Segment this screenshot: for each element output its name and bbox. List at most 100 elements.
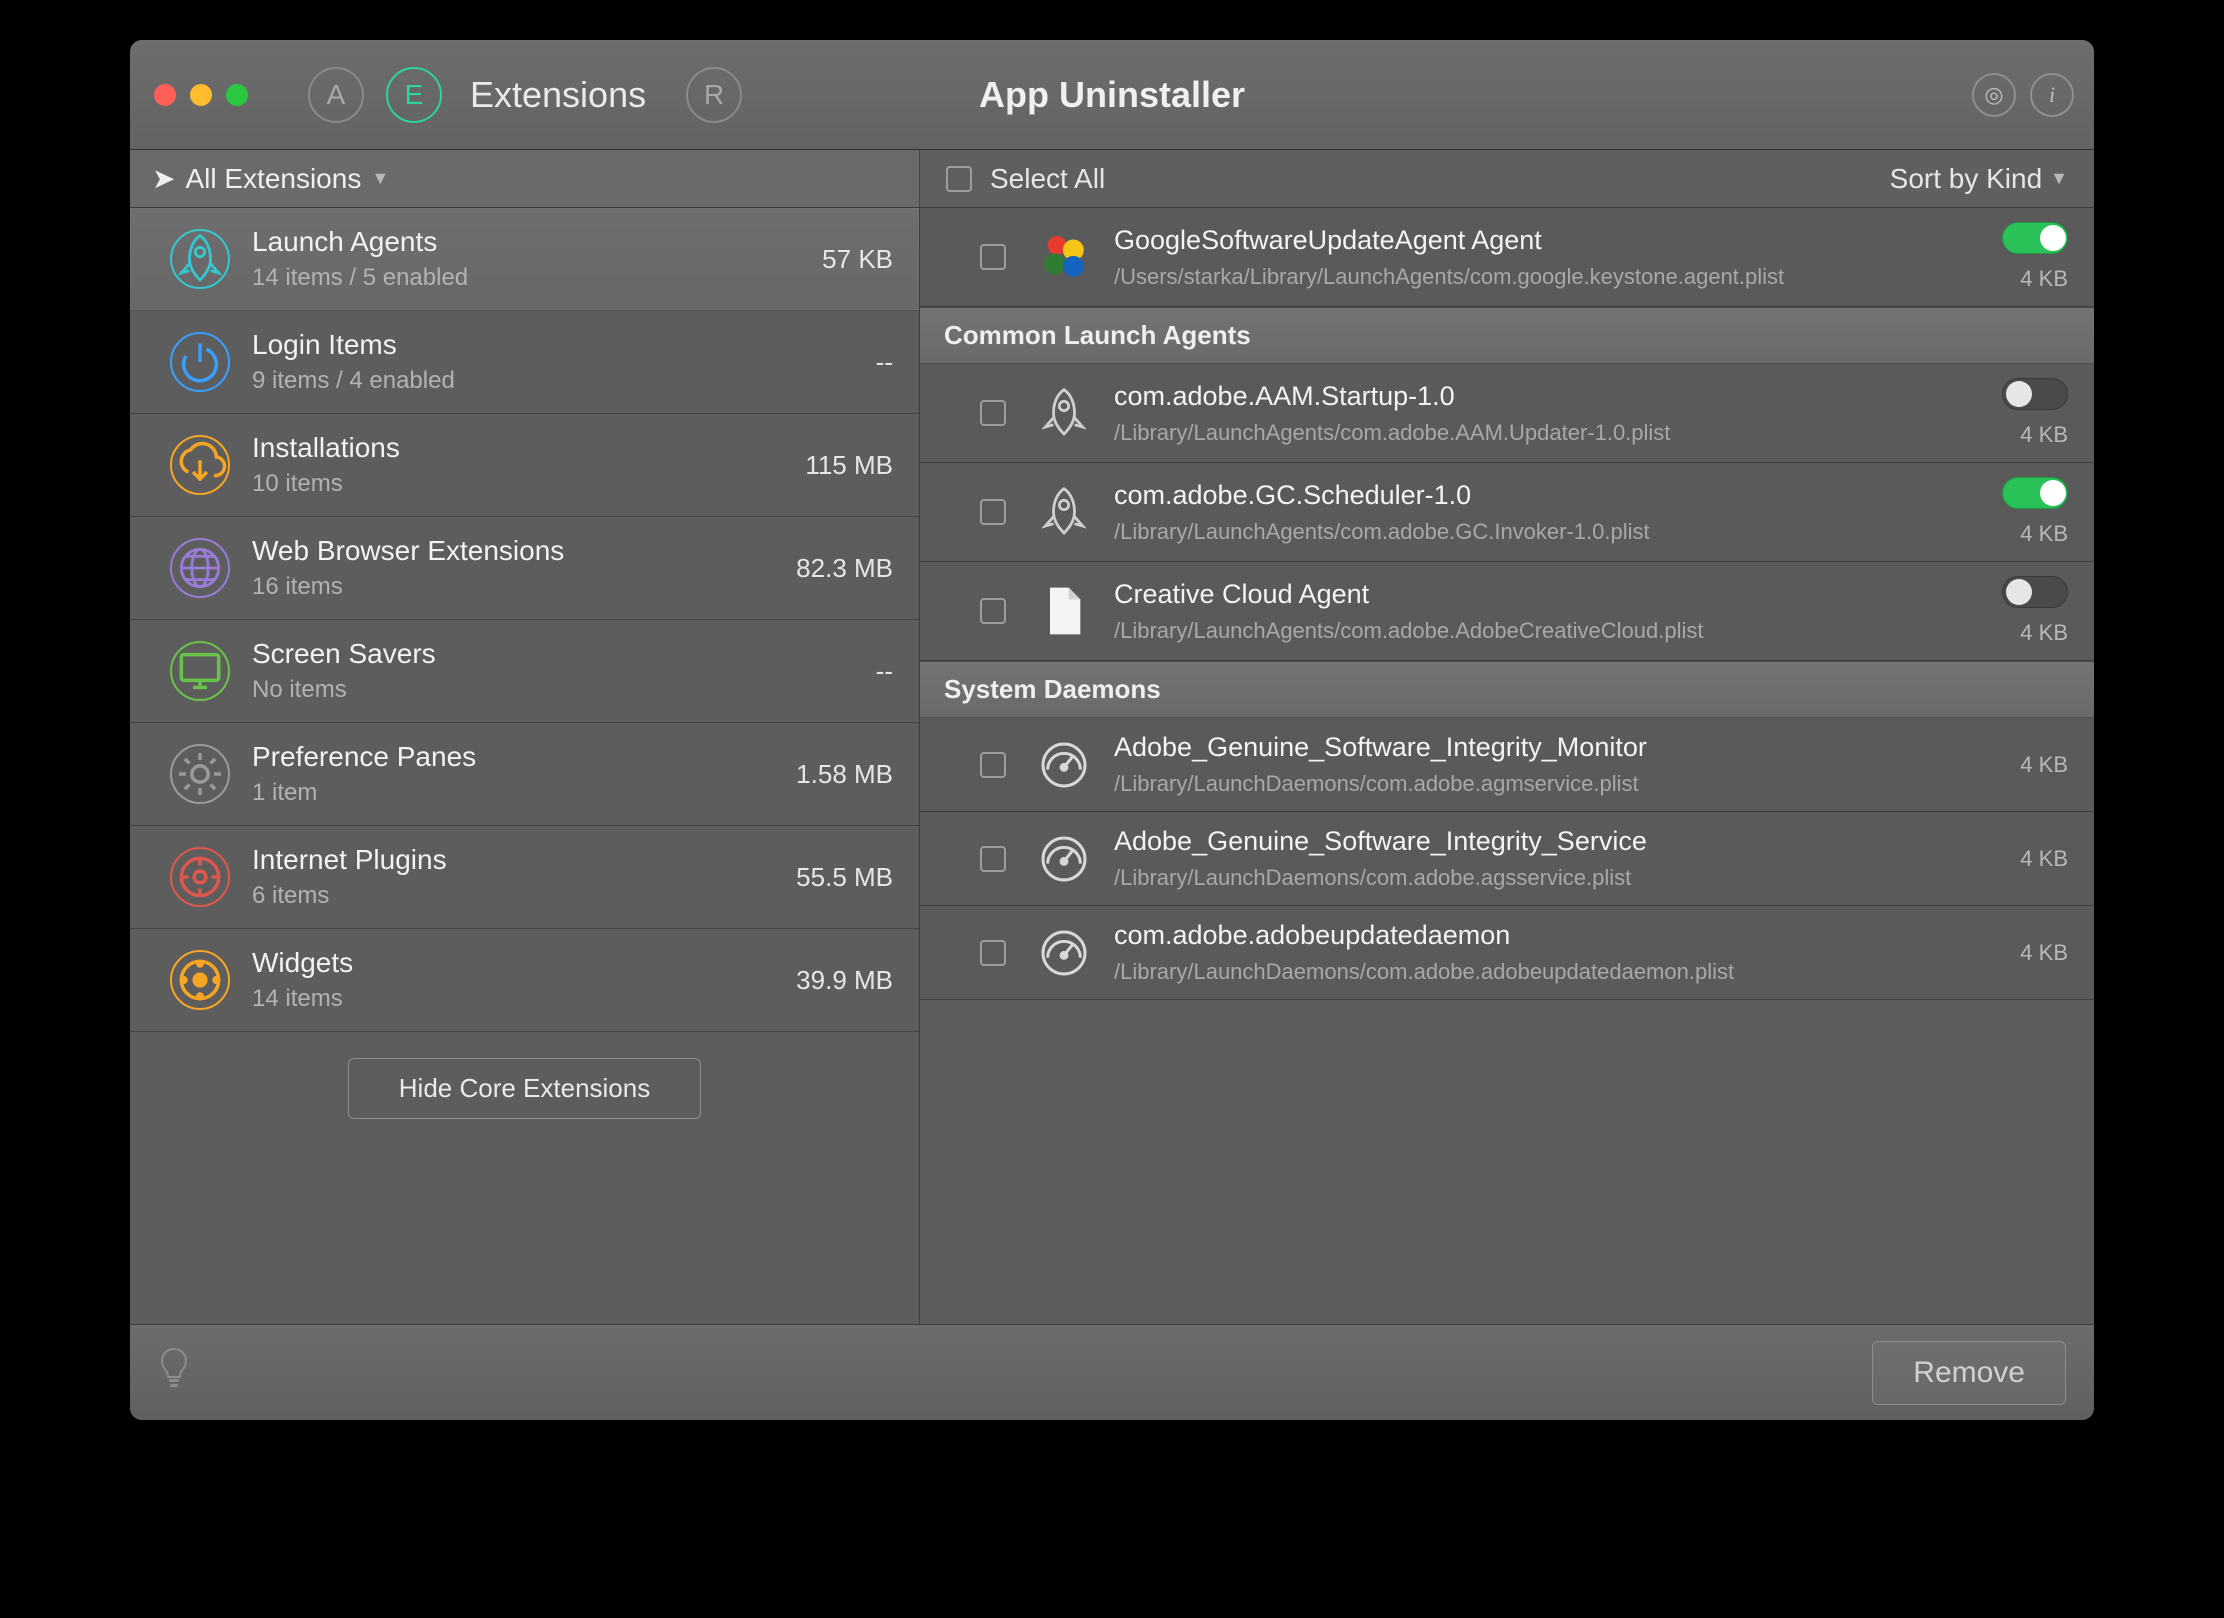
info-icon: i: [2049, 82, 2055, 108]
list-item[interactable]: Adobe_Genuine_Software_Integrity_Service…: [920, 812, 2094, 906]
balls-icon: [1036, 229, 1092, 285]
speech-icon: ◎: [1984, 82, 2003, 108]
select-all-checkbox[interactable]: [946, 166, 972, 192]
rocket-icon: [1036, 385, 1092, 441]
list-item[interactable]: com.adobe.AAM.Startup-1.0 /Library/Launc…: [920, 364, 2094, 463]
applications-icon: A: [327, 79, 346, 111]
sidebar-item-sub: 9 items / 4 enabled: [252, 367, 455, 395]
sidebar-item-internet-plugins[interactable]: Internet Plugins 6 items 55.5 MB: [130, 826, 919, 929]
sidebar-item-sub: 1 item: [252, 779, 476, 807]
sidebar-item-size: --: [876, 347, 893, 378]
download-icon: [170, 435, 230, 495]
enable-toggle[interactable]: [2002, 477, 2068, 509]
main-list[interactable]: GoogleSoftwareUpdateAgent Agent /Users/s…: [920, 208, 2094, 1324]
info-button[interactable]: i: [2030, 73, 2074, 117]
sidebar-item-label: Web Browser Extensions: [252, 535, 564, 567]
sidebar-item-size: 39.9 MB: [796, 965, 893, 996]
location-arrow-icon: ➤: [152, 162, 175, 195]
item-checkbox[interactable]: [980, 846, 1006, 872]
list-item[interactable]: GoogleSoftwareUpdateAgent Agent /Users/s…: [920, 208, 2094, 307]
doc-icon: [1036, 583, 1092, 639]
sidebar-item-widgets[interactable]: Widgets 14 items 39.9 MB: [130, 929, 919, 1032]
power-icon: [170, 332, 230, 392]
sidebar-item-label: Launch Agents: [252, 226, 468, 258]
item-checkbox[interactable]: [980, 244, 1006, 270]
sidebar-item-sub: 16 items: [252, 573, 564, 601]
list-item[interactable]: com.adobe.adobeupdatedaemon /Library/Lau…: [920, 906, 2094, 1000]
item-checkbox[interactable]: [980, 499, 1006, 525]
item-path: /Library/LaunchDaemons/com.adobe.adobeup…: [1114, 959, 1998, 985]
item-checkbox[interactable]: [980, 752, 1006, 778]
item-path: /Library/LaunchDaemons/com.adobe.agsserv…: [1114, 865, 1998, 891]
sidebar-item-installations[interactable]: Installations 10 items 115 MB: [130, 414, 919, 517]
filter-label: All Extensions: [185, 163, 361, 195]
sidebar-item-label: Internet Plugins: [252, 844, 447, 876]
item-title: Creative Cloud Agent: [1114, 579, 1980, 610]
gauge-icon: [1036, 737, 1092, 793]
maximize-icon[interactable]: [226, 84, 248, 106]
sidebar-item-label: Widgets: [252, 947, 353, 979]
sort-dropdown[interactable]: Sort by Kind ▼: [1890, 163, 2068, 195]
item-size: 4 KB: [2020, 521, 2068, 547]
plug-icon: [170, 847, 230, 907]
tab-label: Extensions: [470, 74, 646, 116]
sidebar-item-sub: 14 items / 5 enabled: [252, 264, 468, 292]
sidebar-item-login-items[interactable]: Login Items 9 items / 4 enabled --: [130, 311, 919, 414]
list-item[interactable]: Creative Cloud Agent /Library/LaunchAgen…: [920, 562, 2094, 661]
item-title: com.adobe.adobeupdatedaemon: [1114, 920, 1998, 951]
item-checkbox[interactable]: [980, 400, 1006, 426]
remove-button[interactable]: Remove: [1872, 1341, 2066, 1405]
item-size: 4 KB: [2020, 846, 2068, 872]
remaining-icon: R: [704, 79, 724, 111]
sidebar-item-label: Login Items: [252, 329, 455, 361]
sort-label: Sort by Kind: [1890, 163, 2043, 195]
lightbulb-icon: [158, 1347, 190, 1389]
item-checkbox[interactable]: [980, 598, 1006, 624]
sidebar-item-size: 1.58 MB: [796, 759, 893, 790]
item-size: 4 KB: [2020, 752, 2068, 778]
item-size: 4 KB: [2020, 266, 2068, 292]
globe-icon: [170, 538, 230, 598]
enable-toggle[interactable]: [2002, 222, 2068, 254]
item-checkbox[interactable]: [980, 940, 1006, 966]
section-header: System Daemons: [920, 661, 2094, 718]
chevron-down-icon: ▼: [371, 168, 389, 189]
list-item[interactable]: com.adobe.GC.Scheduler-1.0 /Library/Laun…: [920, 463, 2094, 562]
sidebar-item-web-ext[interactable]: Web Browser Extensions 16 items 82.3 MB: [130, 517, 919, 620]
screen-icon: [170, 641, 230, 701]
tips-button[interactable]: [158, 1347, 190, 1398]
hide-core-extensions-button[interactable]: Hide Core Extensions: [348, 1058, 701, 1119]
item-title: com.adobe.GC.Scheduler-1.0: [1114, 480, 1980, 511]
item-path: /Library/LaunchAgents/com.adobe.GC.Invok…: [1114, 519, 1980, 545]
tab-applications[interactable]: A: [308, 67, 364, 123]
gauge-icon: [1036, 925, 1092, 981]
rocket-icon: [1036, 484, 1092, 540]
filter-bar: ➤ All Extensions ▼ Select All Sort by Ki…: [130, 150, 2094, 208]
sidebar-item-sub: No items: [252, 676, 436, 704]
feedback-button[interactable]: ◎: [1972, 73, 2016, 117]
enable-toggle[interactable]: [2002, 576, 2068, 608]
minimize-icon[interactable]: [190, 84, 212, 106]
enable-toggle[interactable]: [2002, 378, 2068, 410]
sidebar-item-pref-panes[interactable]: Preference Panes 1 item 1.58 MB: [130, 723, 919, 826]
sidebar-item-screen-savers[interactable]: Screen Savers No items --: [130, 620, 919, 723]
sidebar-item-size: 82.3 MB: [796, 553, 893, 584]
filter-dropdown[interactable]: ➤ All Extensions ▼: [130, 150, 920, 207]
body: Launch Agents 14 items / 5 enabled 57 KB…: [130, 208, 2094, 1324]
sidebar-item-launch-agents[interactable]: Launch Agents 14 items / 5 enabled 57 KB: [130, 208, 919, 311]
item-title: Adobe_Genuine_Software_Integrity_Monitor: [1114, 732, 1998, 763]
list-item[interactable]: Adobe_Genuine_Software_Integrity_Monitor…: [920, 718, 2094, 812]
close-icon[interactable]: [154, 84, 176, 106]
item-title: Adobe_Genuine_Software_Integrity_Service: [1114, 826, 1998, 857]
sidebar-item-label: Installations: [252, 432, 400, 464]
item-path: /Library/LaunchAgents/com.adobe.AAM.Upda…: [1114, 420, 1980, 446]
item-size: 4 KB: [2020, 422, 2068, 448]
item-size: 4 KB: [2020, 620, 2068, 646]
item-title: com.adobe.AAM.Startup-1.0: [1114, 381, 1980, 412]
tab-remaining[interactable]: R: [686, 67, 742, 123]
window-controls: [154, 84, 248, 106]
sidebar-item-size: --: [876, 656, 893, 687]
tab-extensions[interactable]: E: [386, 67, 442, 123]
app-title: App Uninstaller: [979, 74, 1245, 116]
sidebar-item-sub: 10 items: [252, 470, 400, 498]
